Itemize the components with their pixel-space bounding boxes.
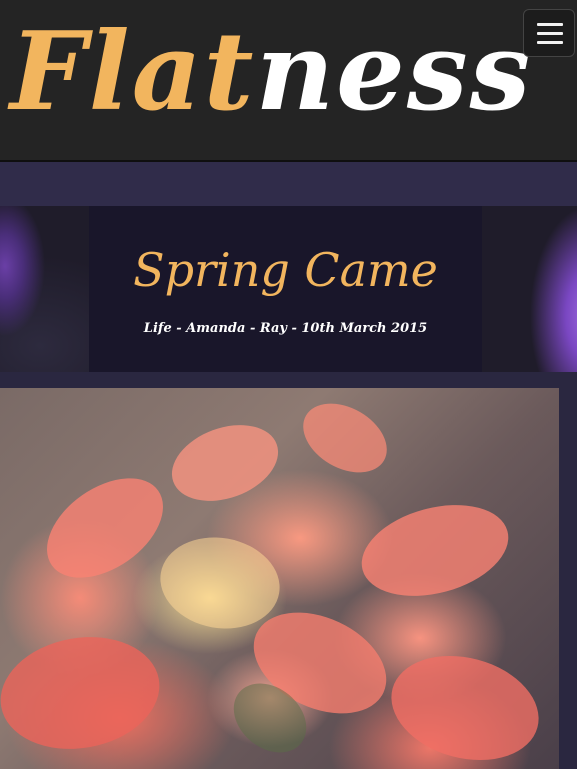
site-header: Flatness [0,0,577,162]
post-meta: Life - Amanda - Ray - 10th March 2015 [143,321,428,336]
menu-toggle-button[interactable] [523,9,575,57]
section-gap [0,372,577,388]
site-logo[interactable]: Flatness [10,12,532,132]
post-featured-image[interactable] [0,388,559,769]
logo-part-flat: Flat [10,9,256,135]
post-title-box: Spring Came Life - Amanda - Ray - 10th M… [89,206,482,372]
logo-part-ness: ness [255,9,533,135]
page-side-gutter [559,388,577,769]
post-banner: Spring Came Life - Amanda - Ray - 10th M… [0,206,577,372]
header-divider-strip [0,162,577,206]
post-title[interactable]: Spring Came [89,242,482,298]
